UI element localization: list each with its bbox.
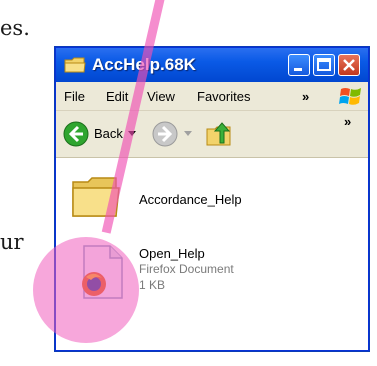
menu-file[interactable]: File [64,89,85,104]
toolbar-overflow-chevron[interactable]: » [344,114,351,129]
title-bar[interactable]: AccHelp.68K [56,48,368,82]
minimize-button[interactable] [288,54,310,76]
maximize-icon [317,58,331,71]
menu-edit[interactable]: Edit [106,89,128,104]
windows-logo-icon [339,88,361,105]
forward-arrow-icon [152,121,178,147]
forward-button[interactable] [151,120,192,148]
menu-bar: File Edit View Favorites » [56,82,368,111]
menu-overflow-chevron[interactable]: » [302,89,309,104]
forward-dropdown-icon[interactable] [184,131,192,137]
menu-view[interactable]: View [147,89,175,104]
back-label: Back [94,126,123,141]
toolbar: Back » [56,111,368,158]
background-text-fragment-2: ur [0,230,24,254]
file-name-accordance-help: Accordance_Help [139,192,242,207]
maximize-button[interactable] [313,54,335,76]
minimize-icon [294,68,302,71]
file-type-open-help: Firefox Document [139,262,234,276]
folder-icon [64,57,86,73]
file-size-open-help: 1 KB [139,278,166,292]
up-folder-icon[interactable] [204,119,234,149]
file-name-open-help: Open_Help [139,246,205,261]
close-button[interactable] [338,54,360,76]
close-icon [343,59,355,71]
background-text-fragment-1: es. [0,16,30,40]
menu-favorites[interactable]: Favorites [197,89,250,104]
back-arrow-icon [63,121,89,147]
highlight-circle [33,237,139,343]
